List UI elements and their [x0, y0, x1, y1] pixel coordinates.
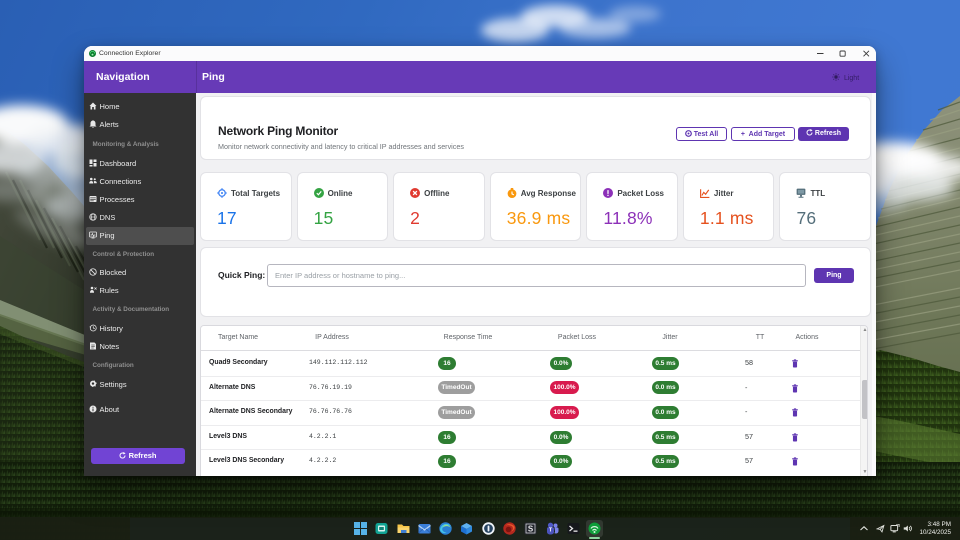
svg-text:S: S	[528, 525, 534, 534]
